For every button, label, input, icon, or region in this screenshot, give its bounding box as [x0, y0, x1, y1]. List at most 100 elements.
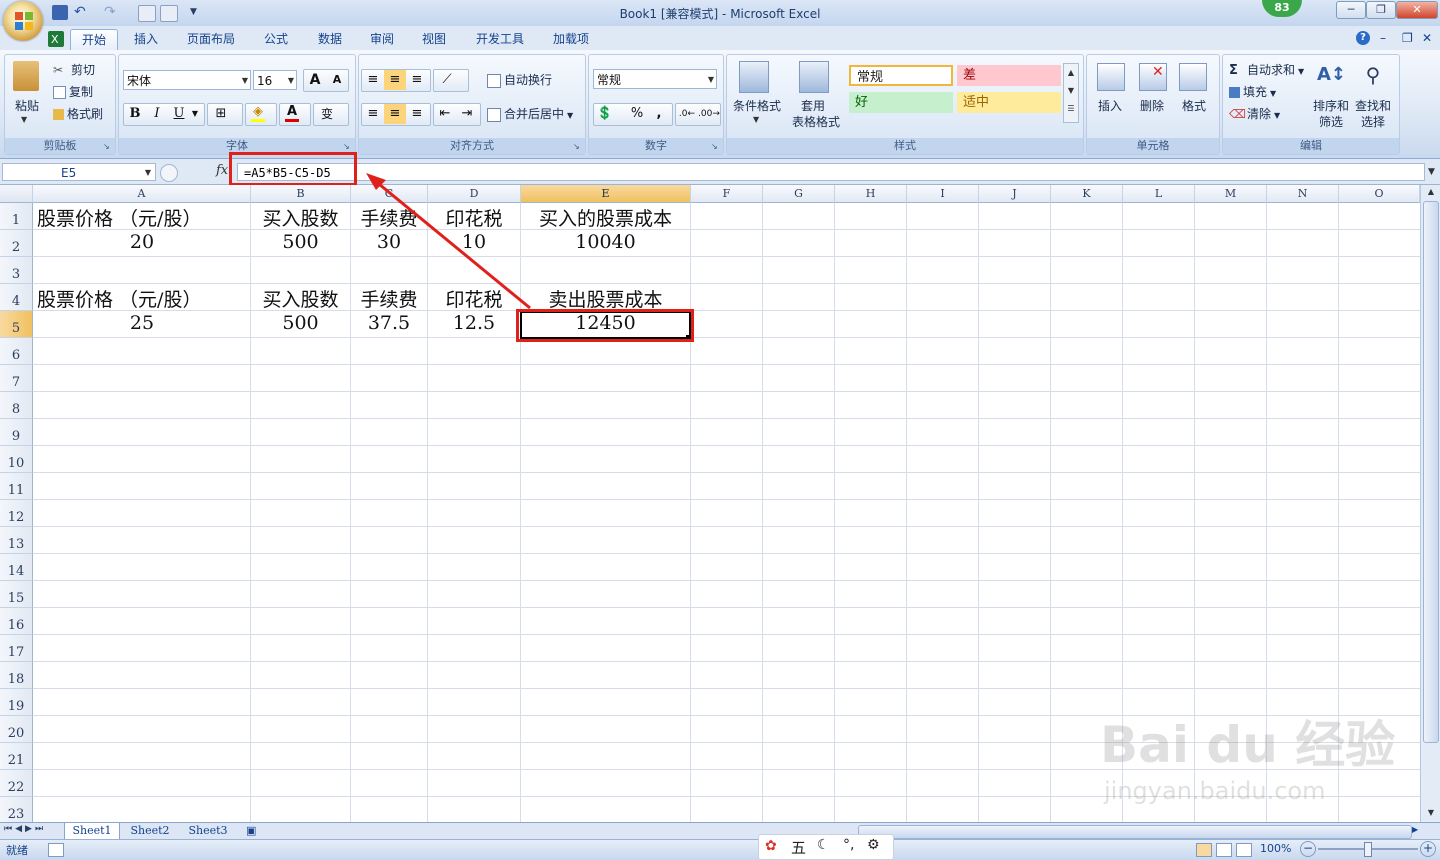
- align-middle-icon[interactable]: ≡: [384, 70, 406, 90]
- tab-view[interactable]: 视图: [416, 29, 452, 49]
- borders-button[interactable]: ⊞: [207, 103, 243, 126]
- cell-B5[interactable]: 500: [251, 312, 350, 334]
- increase-decimal-icon[interactable]: .0←: [676, 104, 698, 124]
- decrease-decimal-icon[interactable]: .00→: [698, 104, 720, 124]
- column-header-A[interactable]: A: [33, 185, 251, 203]
- cell-C5[interactable]: 37.5: [351, 312, 427, 334]
- font-launcher-icon[interactable]: ↘: [343, 143, 352, 152]
- font-size-select[interactable]: 16 ▼: [253, 70, 297, 90]
- sort-filter-label-2[interactable]: 筛选: [1311, 113, 1351, 130]
- row-header-22[interactable]: 22: [0, 770, 33, 797]
- cut-button[interactable]: ✂ 剪切: [53, 61, 95, 78]
- cell-D1[interactable]: 印花税: [428, 204, 520, 231]
- paste-icon[interactable]: [13, 61, 39, 91]
- font-color-button[interactable]: A: [279, 103, 311, 126]
- sheet-tab-3[interactable]: Sheet3: [182, 823, 234, 839]
- table-format-label-2[interactable]: 表格格式: [785, 113, 847, 130]
- row-header-4[interactable]: 4: [0, 284, 33, 311]
- ime-mode[interactable]: 五: [791, 837, 806, 858]
- insert-sheet-icon[interactable]: ▣: [246, 823, 264, 839]
- customize-toolbar-icon[interactable]: ▼: [190, 5, 206, 20]
- styles-scroll[interactable]: ▲ ▼ ☰: [1063, 63, 1079, 123]
- zoom-level[interactable]: 100%: [1260, 842, 1291, 855]
- row-header-19[interactable]: 19: [0, 689, 33, 716]
- gear-icon[interactable]: ⚙: [867, 837, 880, 853]
- cell-E4[interactable]: 卖出股票成本: [521, 285, 690, 312]
- align-bottom-icon[interactable]: ≡: [406, 70, 428, 90]
- phonetic-button[interactable]: 变: [313, 103, 349, 126]
- formula-input[interactable]: =A5*B5-C5-D5: [237, 163, 1425, 181]
- format-cells-button[interactable]: 格式: [1177, 97, 1211, 114]
- row-header-14[interactable]: 14: [0, 554, 33, 581]
- punctuation-icon[interactable]: °,: [843, 837, 854, 853]
- row-header-23[interactable]: 23: [0, 797, 33, 822]
- sort-filter-icon[interactable]: A↕: [1317, 61, 1346, 89]
- save-icon[interactable]: [52, 5, 68, 20]
- column-header-E[interactable]: E: [521, 185, 691, 203]
- column-header-B[interactable]: B: [251, 185, 351, 203]
- column-header-M[interactable]: M: [1195, 185, 1267, 203]
- column-header-D[interactable]: D: [428, 185, 521, 203]
- row-header-17[interactable]: 17: [0, 635, 33, 662]
- formula-bar-expand-icon[interactable]: ▼: [1425, 163, 1438, 181]
- orientation-button[interactable]: ⟋: [433, 69, 469, 92]
- column-header-H[interactable]: H: [835, 185, 907, 203]
- row-header-3[interactable]: 3: [0, 257, 33, 284]
- delete-cells-button[interactable]: 删除: [1135, 97, 1169, 114]
- macro-record-icon[interactable]: [48, 843, 64, 857]
- cell-A1[interactable]: 股票价格 （元/股）: [37, 204, 247, 231]
- delete-cells-icon[interactable]: ✕: [1139, 63, 1167, 91]
- tab-data[interactable]: 数据: [312, 29, 348, 49]
- tab-page-layout[interactable]: 页面布局: [180, 29, 242, 49]
- grow-font-button[interactable]: A: [304, 70, 326, 90]
- copy-button[interactable]: 复制: [53, 83, 93, 100]
- ribbon-close-icon[interactable]: ✕: [1422, 31, 1432, 45]
- row-header-20[interactable]: 20: [0, 716, 33, 743]
- row-header-21[interactable]: 21: [0, 743, 33, 770]
- page-break-view-icon[interactable]: [1236, 843, 1252, 857]
- row-header-18[interactable]: 18: [0, 662, 33, 689]
- page-layout-view-icon[interactable]: [1216, 843, 1232, 857]
- tab-formulas[interactable]: 公式: [258, 29, 294, 49]
- notification-badge[interactable]: 83: [1262, 0, 1302, 17]
- number-launcher-icon[interactable]: ↘: [711, 143, 720, 152]
- row-header-10[interactable]: 10: [0, 446, 33, 473]
- column-header-L[interactable]: L: [1123, 185, 1195, 203]
- tab-review[interactable]: 审阅: [364, 29, 400, 49]
- row-header-2[interactable]: 2: [0, 230, 33, 257]
- restore-button[interactable]: ❐: [1366, 1, 1396, 19]
- select-all-corner[interactable]: [0, 185, 33, 203]
- row-header-11[interactable]: 11: [0, 473, 33, 500]
- cell-E1[interactable]: 买入的股票成本: [521, 204, 690, 231]
- sheet-tab-1[interactable]: Sheet1: [64, 823, 120, 840]
- column-header-N[interactable]: N: [1267, 185, 1339, 203]
- decrease-indent-icon[interactable]: ⇤: [434, 104, 456, 124]
- paste-dropdown-icon[interactable]: ▼: [21, 115, 27, 124]
- cell-C4[interactable]: 手续费: [351, 285, 427, 312]
- chevron-down-icon[interactable]: ▼: [753, 115, 759, 124]
- column-header-K[interactable]: K: [1051, 185, 1123, 203]
- column-header-C[interactable]: C: [351, 185, 428, 203]
- comma-button[interactable]: ,: [648, 104, 670, 124]
- clipboard-launcher-icon[interactable]: ↘: [103, 143, 112, 152]
- insert-cells-button[interactable]: 插入: [1093, 97, 1127, 114]
- cell-A2[interactable]: 20: [33, 231, 251, 253]
- cell-D5[interactable]: 12.5: [428, 312, 520, 334]
- align-left-icon[interactable]: ≡: [362, 104, 384, 124]
- cell-E2[interactable]: 10040: [521, 231, 690, 253]
- cell-A4[interactable]: 股票价格 （元/股）: [37, 285, 247, 312]
- row-header-12[interactable]: 12: [0, 500, 33, 527]
- format-painter-button[interactable]: 格式刷: [53, 105, 103, 122]
- cell-B4[interactable]: 买入股数: [251, 285, 350, 312]
- excel-icon[interactable]: X: [48, 29, 64, 49]
- tab-addins[interactable]: 加载项: [548, 29, 594, 49]
- style-normal[interactable]: 常规: [849, 65, 953, 86]
- style-bad[interactable]: 差: [957, 65, 1061, 86]
- fill-color-button[interactable]: ◈: [245, 103, 277, 126]
- horizontal-scrollbar[interactable]: [858, 825, 1412, 839]
- redo-icon[interactable]: ↷: [104, 5, 120, 20]
- clear-button[interactable]: ⌫清除 ▼: [1229, 105, 1280, 122]
- tab-developer[interactable]: 开发工具: [470, 29, 530, 49]
- sheet-nav-icon[interactable]: ⏮◀▶⏭: [4, 824, 46, 834]
- row-header-16[interactable]: 16: [0, 608, 33, 635]
